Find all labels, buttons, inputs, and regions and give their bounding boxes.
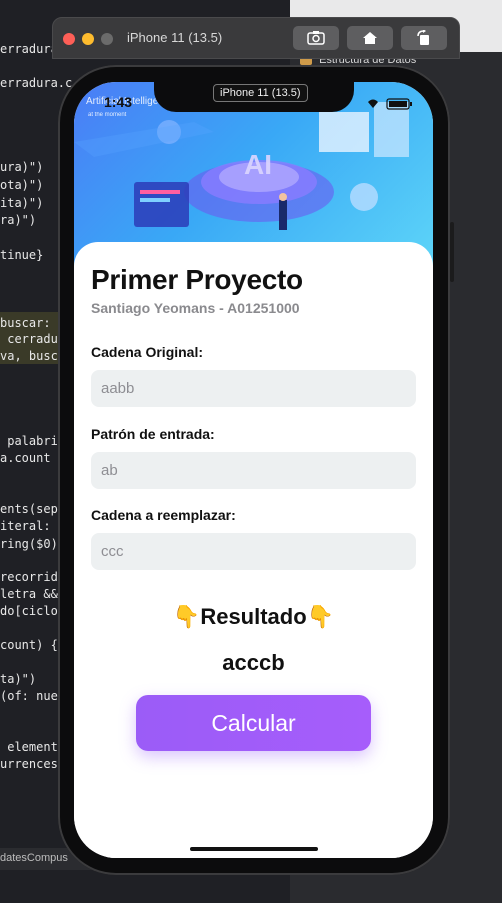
screenshot-button[interactable]	[293, 26, 339, 50]
result-title: 👇Resultado👇	[172, 604, 335, 629]
status-time: 1:43	[104, 94, 133, 110]
code-line: palabri	[0, 434, 58, 448]
page-title: Primer Proyecto	[91, 264, 303, 295]
original-label: Cadena Original:	[91, 344, 204, 360]
code-line: a.count	[0, 451, 51, 465]
simulator-titlebar[interactable]: iPhone 11 (13.5)	[52, 17, 460, 59]
code-line: buscar:	[0, 316, 58, 330]
zoom-window-button[interactable]	[101, 33, 113, 45]
code-line: recorrido	[0, 570, 66, 584]
hero-subtitle: at the moment	[88, 112, 127, 118]
result-value: acccb	[222, 650, 285, 675]
home-indicator	[190, 847, 318, 851]
status-icons	[367, 96, 417, 110]
replacement-label: Cadena a reemplazar:	[91, 507, 236, 523]
code-line: tinue}	[0, 248, 44, 262]
code-line: ita)")	[0, 196, 44, 210]
svg-text:AI: AI	[244, 149, 272, 180]
code-line: ura)")	[0, 160, 44, 174]
original-string-input[interactable]	[91, 370, 416, 407]
main-card: Primer Proyecto Santiago Yeomans - A0125…	[74, 242, 433, 858]
home-button[interactable]	[347, 26, 393, 50]
code-line: (of: nue	[0, 689, 58, 703]
code-line: iteral:	[0, 519, 58, 533]
close-window-button[interactable]	[63, 33, 75, 45]
screenshot-icon	[307, 31, 325, 45]
code-line: ents(sepa	[0, 502, 66, 516]
pattern-input[interactable]	[91, 452, 416, 489]
code-line: letra &&	[0, 587, 66, 601]
code-line: ra)")	[0, 213, 37, 227]
page-subtitle: Santiago Yeomans - A01251000	[91, 300, 300, 316]
code-line: ota)")	[0, 178, 44, 192]
code-line: element	[0, 740, 58, 754]
rotate-icon	[417, 29, 429, 45]
code-line: cerradur	[0, 332, 66, 346]
code-line: va, busca	[0, 349, 66, 363]
code-line: do[ciclo	[0, 604, 58, 618]
code-line: ring($0)	[0, 537, 58, 551]
simulator-title: iPhone 11 (13.5)	[127, 30, 223, 45]
device-label: iPhone 11 (13.5)	[213, 84, 308, 102]
calculate-button[interactable]: Calcular	[136, 695, 371, 751]
home-icon	[363, 32, 377, 44]
code-line: count) {	[0, 638, 58, 652]
status-text: datesCompus	[0, 852, 68, 864]
replacement-input[interactable]	[91, 533, 416, 570]
wifi-icon	[368, 99, 378, 108]
code-line: urrences	[0, 757, 58, 771]
side-button	[450, 222, 454, 282]
code-line: erradura.c	[0, 76, 73, 90]
minimize-window-button[interactable]	[82, 33, 94, 45]
code-line: ta)")	[0, 672, 37, 686]
rotate-button[interactable]	[401, 26, 447, 50]
pattern-label: Patrón de entrada:	[91, 426, 215, 442]
phone-screen: AI Artificial Intelligence at the moment…	[74, 82, 433, 858]
